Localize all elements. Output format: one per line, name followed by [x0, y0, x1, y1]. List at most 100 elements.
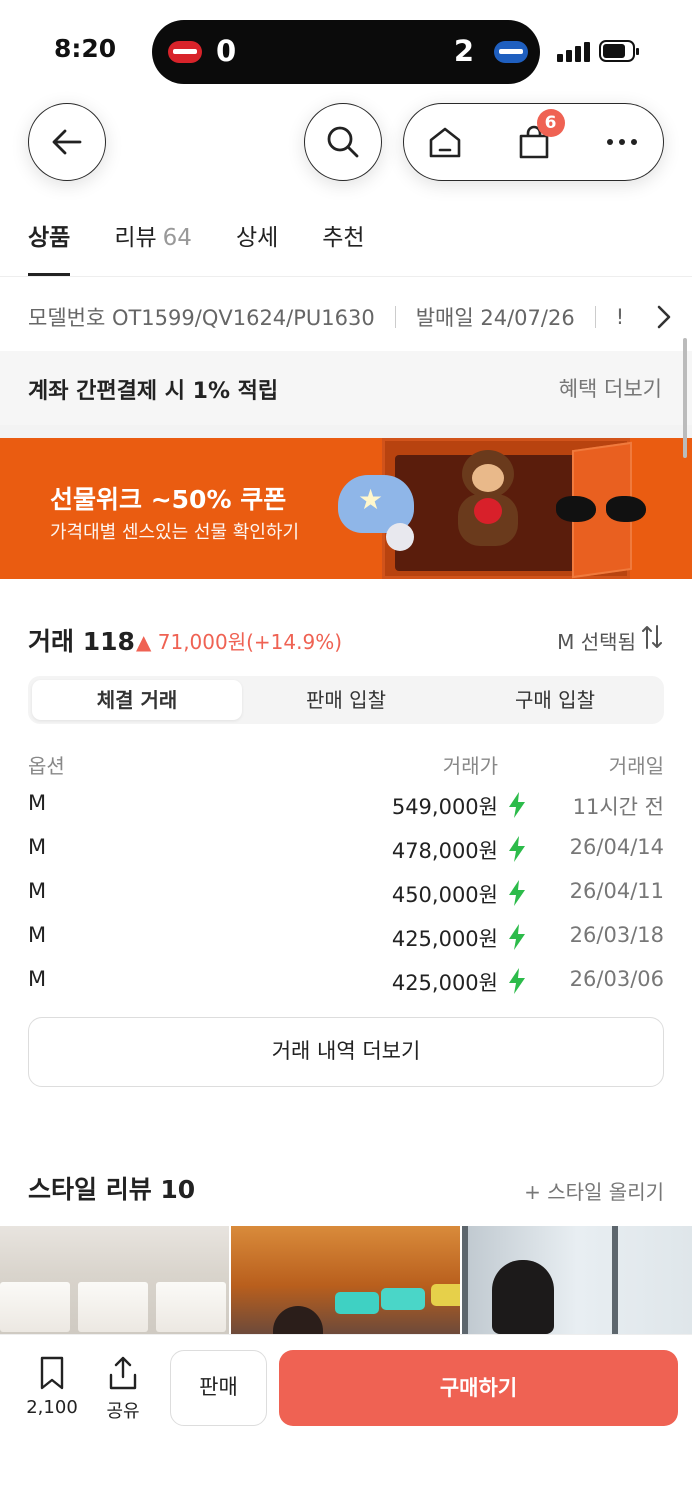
lightning-icon: [509, 836, 525, 862]
more-button[interactable]: [601, 121, 643, 163]
segment-completed-trades[interactable]: 체결 거래: [32, 680, 242, 720]
trade-table-header: 옵션 거래가 거래일: [28, 746, 664, 778]
dynamic-island-live-score[interactable]: 0 2: [152, 20, 540, 84]
trade-row: M 425,000원 26/03/06: [28, 963, 664, 999]
segment-sell-bids[interactable]: 판매 입찰: [241, 680, 451, 720]
back-arrow-icon: [52, 129, 82, 155]
sort-icon[interactable]: [640, 622, 664, 652]
trade-row: M 549,000원 11시간 전: [28, 787, 664, 823]
trade-row: M 425,000원 26/03/18: [28, 919, 664, 955]
buy-button[interactable]: 구매하기: [279, 1350, 678, 1426]
back-button[interactable]: [28, 103, 106, 181]
info-clipped-text: !: [615, 305, 625, 329]
style-photo[interactable]: [462, 1226, 692, 1334]
style-review-header: 스타일 리뷰 10 + 스타일 올리기: [28, 1170, 664, 1206]
segment-buy-bids[interactable]: 구매 입찰: [450, 680, 660, 720]
divider: [0, 276, 692, 277]
trade-header: 거래 118 ▲ 71,000원(+14.9%) M 선택됨: [28, 622, 664, 656]
tab-label: 리뷰: [114, 225, 157, 251]
sunglasses-image: [552, 494, 650, 528]
tab-recommend[interactable]: 추천: [322, 218, 364, 276]
share-button[interactable]: 공유: [93, 1355, 153, 1423]
trade-option: M: [28, 791, 47, 815]
col-date: 거래일: [608, 754, 664, 778]
chevron-right-icon: [657, 305, 671, 329]
trade-row: M 478,000원 26/04/14: [28, 831, 664, 867]
info-expand-button[interactable]: [644, 300, 684, 334]
product-info-row[interactable]: 모델번호 OT1599/QV1624/PU1630 발매일 24/07/26 !: [28, 300, 692, 334]
model-number: 모델번호 OT1599/QV1624/PU1630: [28, 306, 375, 330]
save-button[interactable]: 2,100: [22, 1355, 82, 1418]
divider: [394, 306, 396, 328]
trade-price: 425,000원: [391, 927, 498, 951]
style-review-title: 스타일 리뷰 10: [28, 1175, 196, 1204]
tab-review[interactable]: 리뷰 64: [114, 218, 192, 276]
scrollbar[interactable]: [683, 338, 687, 458]
home-icon: [429, 127, 461, 158]
trade-history-more-button[interactable]: 거래 내역 더보기: [28, 1017, 664, 1087]
more-icon: [607, 139, 637, 145]
tab-label: 추천: [322, 225, 365, 251]
monkey-doll-image: [452, 450, 524, 550]
search-icon: [327, 126, 359, 158]
tab-review-count: 64: [162, 225, 192, 251]
divider: [0, 425, 692, 438]
share-icon: [109, 1356, 137, 1390]
signal-icon: [557, 40, 591, 62]
team-logo-right-icon: [494, 41, 528, 63]
trade-option: M: [28, 835, 47, 859]
style-upload-link[interactable]: + 스타일 올리기: [524, 1176, 664, 1205]
banner-subtitle: 가격대별 센스있는 선물 확인하기: [50, 522, 300, 543]
score-left: 0: [216, 34, 237, 68]
benefit-more-link[interactable]: 혜택 더보기: [559, 373, 662, 403]
nav-action-group: 6: [403, 103, 664, 181]
ball-image: [386, 523, 414, 551]
trade-price: 549,000원: [391, 795, 498, 819]
tab-label: 상세: [235, 225, 279, 251]
tab-label: 상품: [28, 225, 71, 251]
trade-date: 26/03/18: [569, 923, 664, 947]
team-logo-left-icon: [168, 41, 202, 63]
cart-count-badge: 6: [536, 109, 565, 137]
share-label: 공유: [106, 1401, 140, 1422]
divider: [594, 306, 596, 328]
release-date: 발매일 24/07/26: [415, 306, 575, 330]
lightning-icon: [509, 968, 525, 994]
trade-option: M: [28, 879, 47, 903]
trade-date: 26/04/14: [569, 835, 664, 859]
trade-price: 450,000원: [391, 883, 498, 907]
bookmark-icon: [40, 1356, 64, 1390]
trade-price: 478,000원: [391, 839, 498, 863]
price-change: ▲ 71,000원(+14.9%): [136, 630, 343, 654]
battery-icon: [599, 40, 639, 62]
trade-option: M: [28, 967, 47, 991]
lightning-icon: [509, 880, 525, 906]
benefit-text: 계좌 간편결제 시 1% 적립: [28, 379, 279, 404]
benefit-bar: 계좌 간편결제 시 1% 적립 혜택 더보기: [0, 351, 692, 425]
lightning-icon: [509, 924, 525, 950]
trade-date: 26/03/06: [569, 967, 664, 991]
home-button[interactable]: [424, 121, 466, 163]
size-selected[interactable]: M 선택됨: [557, 626, 636, 655]
col-price: 거래가: [442, 754, 498, 778]
save-count: 2,100: [26, 1397, 78, 1418]
search-button[interactable]: [304, 103, 382, 181]
trade-date: 26/04/11: [569, 879, 664, 903]
style-photo[interactable]: [0, 1226, 229, 1334]
sell-button[interactable]: 판매: [170, 1350, 267, 1426]
trade-date: 11시간 전: [572, 795, 664, 819]
trade-price: 425,000원: [391, 971, 498, 995]
col-option: 옵션: [28, 754, 65, 778]
score-right: 2: [453, 34, 474, 68]
status-time: 8:20: [54, 34, 117, 63]
tab-product[interactable]: 상품: [28, 218, 71, 276]
status-bar: 8:20 0 2: [0, 0, 692, 100]
trade-row: M 450,000원 26/04/11: [28, 875, 664, 911]
trade-segment-control: 체결 거래 판매 입찰 구매 입찰: [28, 676, 664, 724]
tab-detail[interactable]: 상세: [236, 218, 278, 276]
style-photo[interactable]: [231, 1226, 460, 1334]
lightning-icon: [509, 792, 525, 818]
cart-button[interactable]: 6: [513, 109, 565, 163]
trade-option: M: [28, 923, 47, 947]
product-tabs: 상품 리뷰 64 상세 추천: [28, 218, 409, 276]
